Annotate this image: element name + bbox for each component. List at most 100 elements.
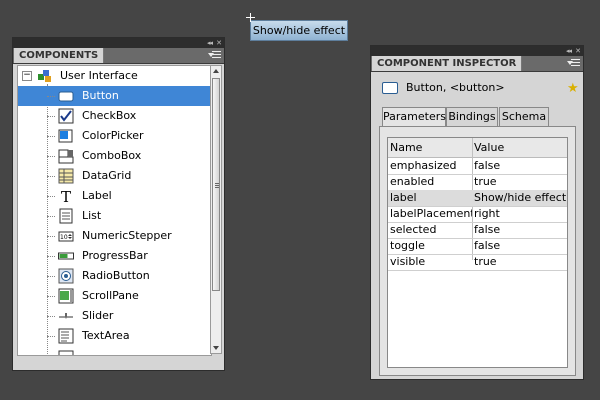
tree-item-progressbar[interactable]: ProgressBar xyxy=(18,246,211,266)
tree-item-combobox[interactable]: ComboBox xyxy=(18,146,211,166)
panel-header: COMPONENT INSPECTOR xyxy=(371,56,583,72)
tree-item-label: ColorPicker xyxy=(82,129,144,142)
list-icon xyxy=(59,208,73,224)
param-name: visible xyxy=(390,255,426,268)
close-icon[interactable]: ✕ xyxy=(575,46,581,56)
tree-item-slider[interactable]: Slider xyxy=(18,306,211,326)
svg-text:10: 10 xyxy=(60,234,68,241)
panel-menu-icon[interactable] xyxy=(567,59,580,67)
column-header-value: Value xyxy=(474,141,505,154)
column-header-name: Name xyxy=(390,141,423,154)
param-row-emphasized[interactable]: emphasized false xyxy=(388,158,567,175)
panel-menu-icon[interactable] xyxy=(208,51,221,59)
tab-bindings[interactable]: Bindings xyxy=(446,107,498,127)
param-name: toggle xyxy=(390,239,425,252)
tree-item-datagrid[interactable]: DataGrid xyxy=(18,166,211,186)
colorpicker-icon xyxy=(58,129,73,143)
tree-item-scrollpane[interactable]: ScrollPane xyxy=(18,286,211,306)
tree-item-label: CheckBox xyxy=(82,109,137,122)
tree-item-label: RadioButton xyxy=(82,269,150,282)
param-row-labelplacement[interactable]: labelPlacement right xyxy=(388,206,567,223)
param-value[interactable]: false xyxy=(474,158,567,174)
grip-icon xyxy=(215,183,219,189)
tab-parameters[interactable]: Parameters xyxy=(382,107,446,128)
svg-text:T: T xyxy=(61,188,71,204)
tree-item-numericstepper[interactable]: 10 NumericStepper xyxy=(18,226,211,246)
tree-item-list[interactable]: List xyxy=(18,206,211,226)
scrollpane-icon xyxy=(58,288,74,304)
grid-header: Name Value xyxy=(388,138,567,158)
parameters-grid: Name Value emphasized false enabled true… xyxy=(387,137,568,368)
scroll-down-icon[interactable] xyxy=(213,346,219,350)
param-value[interactable]: false xyxy=(474,222,567,238)
tree-item-label: TextArea xyxy=(82,329,130,342)
button-icon xyxy=(58,91,74,102)
tree-item-checkbox[interactable]: CheckBox xyxy=(18,106,211,126)
param-row-label[interactable]: label Show/hide effect xyxy=(388,190,567,207)
param-row-enabled[interactable]: enabled true xyxy=(388,174,567,191)
panel-topbar: ◂◂ ✕ xyxy=(371,46,583,56)
inspector-tabs: Parameters Bindings Schema xyxy=(379,107,579,128)
param-row-selected[interactable]: selected false xyxy=(388,222,567,239)
crosshair-cursor-icon xyxy=(246,13,255,22)
folder-components-icon xyxy=(38,70,51,82)
checkbox-icon xyxy=(58,108,74,124)
tree-item-label: Button xyxy=(82,89,119,102)
numericstepper-icon: 10 xyxy=(58,231,74,242)
panel-topbar: ◂◂ ✕ xyxy=(13,38,224,48)
param-value[interactable]: right xyxy=(474,206,567,222)
param-value[interactable]: false xyxy=(474,238,567,254)
param-name: emphasized xyxy=(390,159,457,172)
close-icon[interactable]: ✕ xyxy=(216,38,222,48)
components-tree: − User Interface Button CheckBox ColorPi… xyxy=(17,65,212,356)
components-scrollbar[interactable] xyxy=(210,65,222,354)
param-row-toggle[interactable]: toggle false xyxy=(388,238,567,255)
param-row-visible[interactable]: visible true xyxy=(388,254,567,271)
collapse-icon[interactable]: ◂◂ xyxy=(207,38,213,48)
star-icon[interactable]: ★ xyxy=(567,81,579,96)
panel-header: COMPONENTS xyxy=(13,48,224,64)
stage-button[interactable]: Show/hide effect xyxy=(250,20,348,41)
tree-item-colorpicker[interactable]: ColorPicker xyxy=(18,126,211,146)
tree-item-label: Label xyxy=(82,189,112,202)
param-value[interactable]: Show/hide effect xyxy=(474,190,567,206)
tree-root-label: User Interface xyxy=(60,69,138,82)
progressbar-icon xyxy=(58,252,74,260)
param-value[interactable]: true xyxy=(474,174,567,190)
slider-icon xyxy=(59,313,73,319)
tree-item-label: Slider xyxy=(82,309,114,322)
tree-item-button[interactable]: Button xyxy=(18,86,211,106)
parameters-pane: Name Value emphasized false enabled true… xyxy=(379,126,576,376)
tree-item-label[interactable]: T Label xyxy=(18,186,211,206)
component-name: Button, <button> xyxy=(406,81,505,94)
textarea-icon xyxy=(58,328,74,344)
combobox-icon xyxy=(58,149,74,164)
collapse-tree-icon[interactable]: − xyxy=(22,71,32,81)
tab-component-inspector[interactable]: COMPONENT INSPECTOR xyxy=(372,56,523,71)
param-name: enabled xyxy=(390,175,435,188)
param-name: selected xyxy=(390,223,437,236)
tree-item-partial xyxy=(18,346,211,355)
scroll-thumb[interactable] xyxy=(212,78,220,291)
tree-item-label: ScrollPane xyxy=(82,289,139,302)
label-icon: T xyxy=(61,188,71,204)
tree-item-textarea[interactable]: TextArea xyxy=(18,326,211,346)
tree-item-label: List xyxy=(82,209,102,222)
scroll-up-icon[interactable] xyxy=(213,69,219,73)
collapse-icon[interactable]: ◂◂ xyxy=(566,46,572,56)
inspected-component: Button, <button> ★ xyxy=(379,79,579,97)
tab-schema[interactable]: Schema xyxy=(499,107,549,127)
tree-item-radiobutton[interactable]: RadioButton xyxy=(18,266,211,286)
tree-item-label: ProgressBar xyxy=(82,249,148,262)
button-icon xyxy=(382,82,398,94)
textinput-icon xyxy=(58,350,74,355)
param-value[interactable]: true xyxy=(474,254,567,270)
tab-components[interactable]: COMPONENTS xyxy=(14,48,105,63)
datagrid-icon xyxy=(58,168,74,184)
radiobutton-icon xyxy=(58,268,74,284)
tree-item-label: NumericStepper xyxy=(82,229,172,242)
tree-item-user-interface[interactable]: − User Interface xyxy=(18,66,211,86)
component-inspector-panel: ◂◂ ✕ COMPONENT INSPECTOR Button, <button… xyxy=(370,45,584,380)
param-name: labelPlacement xyxy=(390,207,472,220)
tree-item-label: ComboBox xyxy=(82,149,142,162)
